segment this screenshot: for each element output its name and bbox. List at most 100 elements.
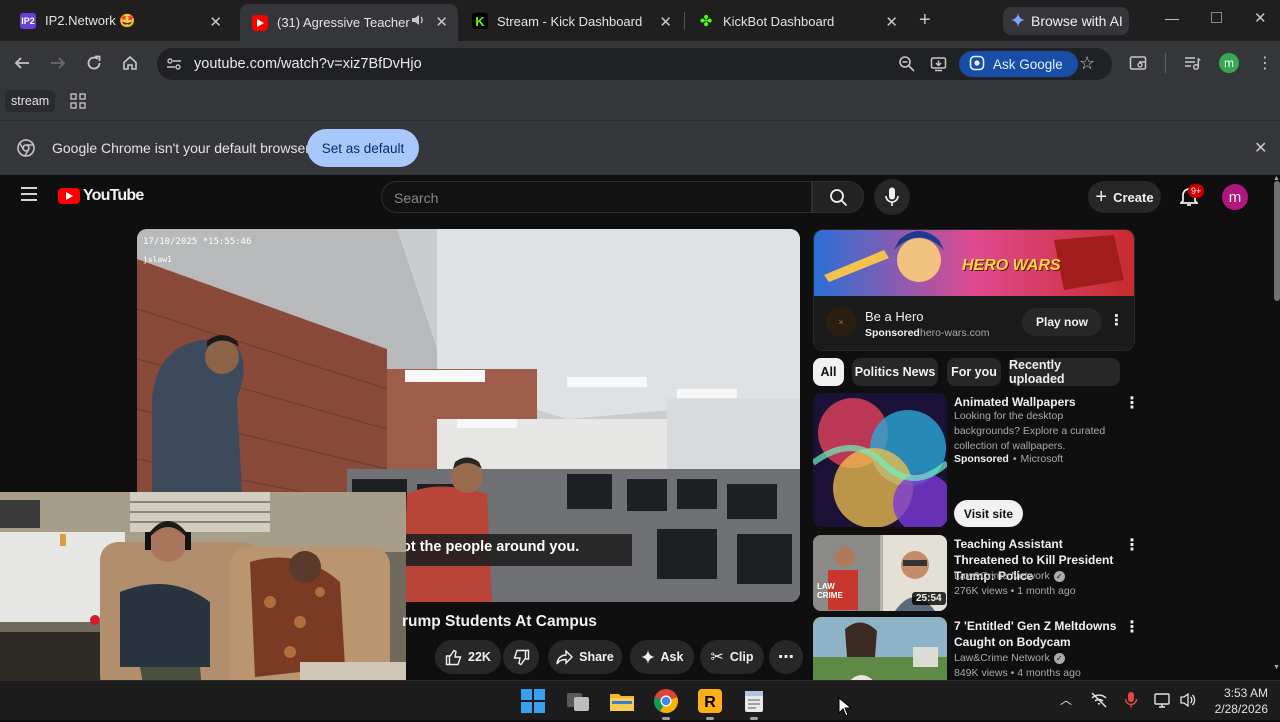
ask-google-label: Ask Google xyxy=(993,56,1063,72)
ask-button[interactable]: Ask xyxy=(630,640,694,674)
rockstar-launcher-icon[interactable]: R xyxy=(697,688,723,720)
ip2-icon: IP2 xyxy=(20,13,36,29)
ask-google-button[interactable]: Ask Google xyxy=(959,51,1078,77)
scroll-up-icon[interactable]: ▲ xyxy=(1273,175,1280,182)
site-settings-icon[interactable] xyxy=(166,56,182,77)
like-button[interactable]: 22K xyxy=(435,640,501,674)
duration-badge: 25:54 xyxy=(912,592,946,605)
network-disconnected-icon[interactable] xyxy=(1090,691,1108,714)
notepad-icon[interactable] xyxy=(741,688,767,720)
more-actions-button[interactable]: ⋯ xyxy=(769,640,803,674)
new-tab-icon[interactable]: + xyxy=(919,9,931,32)
chip-all[interactable]: All xyxy=(813,358,844,386)
chip-recently-uploaded[interactable]: Recently uploaded xyxy=(1009,358,1120,386)
back-icon[interactable] xyxy=(10,51,34,75)
rec-more-icon[interactable]: ⋮ xyxy=(1124,393,1140,413)
tab-strip: IP2 IP2.Network 🤩 ✕ (31) Agressive Teach… xyxy=(0,0,1280,41)
scroll-down-icon[interactable]: ▼ xyxy=(1273,664,1280,671)
rec-channel[interactable]: Law&Crime Network xyxy=(954,651,1050,666)
close-icon[interactable]: ✕ xyxy=(435,13,448,31)
more-horizontal-icon: ⋯ xyxy=(778,649,794,666)
windows-start-icon[interactable] xyxy=(520,688,546,714)
animated-wallpapers-thumbnail xyxy=(813,393,947,527)
youtube-icon xyxy=(252,14,268,31)
play-now-button[interactable]: Play now xyxy=(1022,308,1102,336)
youtube-search-button[interactable] xyxy=(812,181,864,213)
infobar-close-icon[interactable]: ✕ xyxy=(1254,138,1267,158)
task-view-icon[interactable] xyxy=(565,688,591,714)
voice-search-button[interactable] xyxy=(874,179,910,215)
reload-icon[interactable] xyxy=(82,51,106,75)
bookmark-stream[interactable]: stream xyxy=(5,90,56,112)
chrome-menu-icon[interactable]: ⋮ xyxy=(1253,51,1277,75)
webcam-frame xyxy=(0,492,406,680)
bookmarks-bar: stream xyxy=(0,85,1280,121)
forward-icon[interactable] xyxy=(46,51,70,75)
close-icon[interactable]: ✕ xyxy=(209,13,222,31)
verified-check-icon: ✓ xyxy=(1053,653,1065,664)
page-scrollbar[interactable] xyxy=(1274,181,1280,301)
taskbar-clock[interactable]: 3:53 AM 2/28/2026 xyxy=(1210,685,1268,717)
maximize-icon[interactable] xyxy=(1211,12,1222,23)
set-as-default-button[interactable]: Set as default xyxy=(307,129,419,167)
rec-more-icon[interactable]: ⋮ xyxy=(1124,617,1140,637)
verified-check-icon: ✓ xyxy=(1053,571,1065,582)
rec-title[interactable]: 7 'Entitled' Gen Z Meltdowns Caught on B… xyxy=(954,618,1124,650)
create-button[interactable]: + Create xyxy=(1088,181,1161,213)
kickbot-icon: ✤ xyxy=(699,13,713,30)
clip-button[interactable]: ✂ Clip xyxy=(700,640,764,674)
close-icon[interactable]: ✕ xyxy=(659,13,672,31)
ad-more-icon[interactable]: ⋮ xyxy=(1109,311,1124,329)
rec-thumbnail[interactable]: LAW CRIME 25:54 xyxy=(813,535,947,611)
network-icon[interactable] xyxy=(1154,691,1172,714)
visit-site-button[interactable]: Visit site xyxy=(954,500,1023,527)
browse-with-ai-button[interactable]: Browse with AI xyxy=(1003,7,1129,35)
rec-more-icon[interactable]: ⋮ xyxy=(1124,535,1140,555)
google-lens-icon xyxy=(969,55,985,74)
profile-avatar[interactable]: m xyxy=(1219,53,1239,73)
video-caption: ot the people around you. xyxy=(402,539,580,555)
window-close-icon[interactable]: ✕ xyxy=(1254,9,1267,27)
rec-channel[interactable]: Law&Crime Network xyxy=(954,569,1050,584)
kick-icon: K xyxy=(472,13,488,29)
chip-politics-news[interactable]: Politics News xyxy=(852,358,938,386)
minimize-icon[interactable]: — xyxy=(1165,10,1179,26)
hamburger-menu-icon[interactable] xyxy=(21,187,37,206)
rec-title[interactable]: Animated Wallpapers xyxy=(954,394,1124,410)
zoom-icon[interactable] xyxy=(898,55,915,77)
youtube-search-input[interactable]: Search xyxy=(381,181,812,213)
rec-thumbnail[interactable] xyxy=(813,393,947,527)
volume-icon[interactable] xyxy=(1179,691,1197,714)
file-explorer-icon[interactable] xyxy=(609,688,635,714)
tab-youtube[interactable]: (31) Agressive Teacher Lo ✕ xyxy=(240,4,458,41)
rec-thumbnail[interactable] xyxy=(813,617,947,680)
ad-card[interactable]: HERO WARS ⚔ Be a Hero Sponsored hero-war… xyxy=(813,229,1135,351)
tray-overflow-icon[interactable]: ︿ xyxy=(1060,691,1072,708)
close-icon[interactable]: ✕ xyxy=(885,13,898,31)
thumb-tag: LAW CRIME xyxy=(817,582,843,600)
chip-for-you[interactable]: For you xyxy=(947,358,1001,386)
apps-grid-icon[interactable] xyxy=(70,93,86,114)
share-button[interactable]: Share xyxy=(548,640,622,674)
address-bar[interactable]: youtube.com/watch?v=xiz7BfDvHjo Ask Goog… xyxy=(157,48,1112,80)
youtube-avatar[interactable]: m xyxy=(1222,184,1248,210)
tab-ip2[interactable]: IP2 IP2.Network 🤩 ✕ xyxy=(8,6,232,36)
media-controls-icon[interactable] xyxy=(1180,51,1204,75)
dislike-button[interactable] xyxy=(503,640,539,674)
tab-title: (31) Agressive Teacher Lo xyxy=(277,15,410,30)
youtube-logo[interactable]: YouTube xyxy=(58,187,144,205)
tab-kick[interactable]: K Stream - Kick Dashboard ✕ xyxy=(460,6,682,36)
tab-kickbot[interactable]: ✤ KickBot Dashboard ✕ xyxy=(686,6,908,36)
speaker-icon[interactable] xyxy=(411,13,425,30)
bookmark-star-icon[interactable]: ☆ xyxy=(1079,53,1095,74)
thumbs-up-icon xyxy=(445,649,462,665)
browser-toolbar: youtube.com/watch?v=xiz7BfDvHjo Ask Goog… xyxy=(0,41,1280,85)
reading-list-icon[interactable] xyxy=(1126,51,1150,75)
rec-sponsor-line: Sponsored • Microsoft xyxy=(954,453,1064,465)
streamer-webcam-overlay xyxy=(0,492,406,680)
home-icon[interactable] xyxy=(118,51,142,75)
install-app-icon[interactable] xyxy=(930,55,947,77)
microphone-in-use-icon[interactable] xyxy=(1124,691,1138,714)
chrome-taskbar-icon[interactable] xyxy=(653,688,679,720)
ad-domain: hero-wars.com xyxy=(920,327,990,339)
